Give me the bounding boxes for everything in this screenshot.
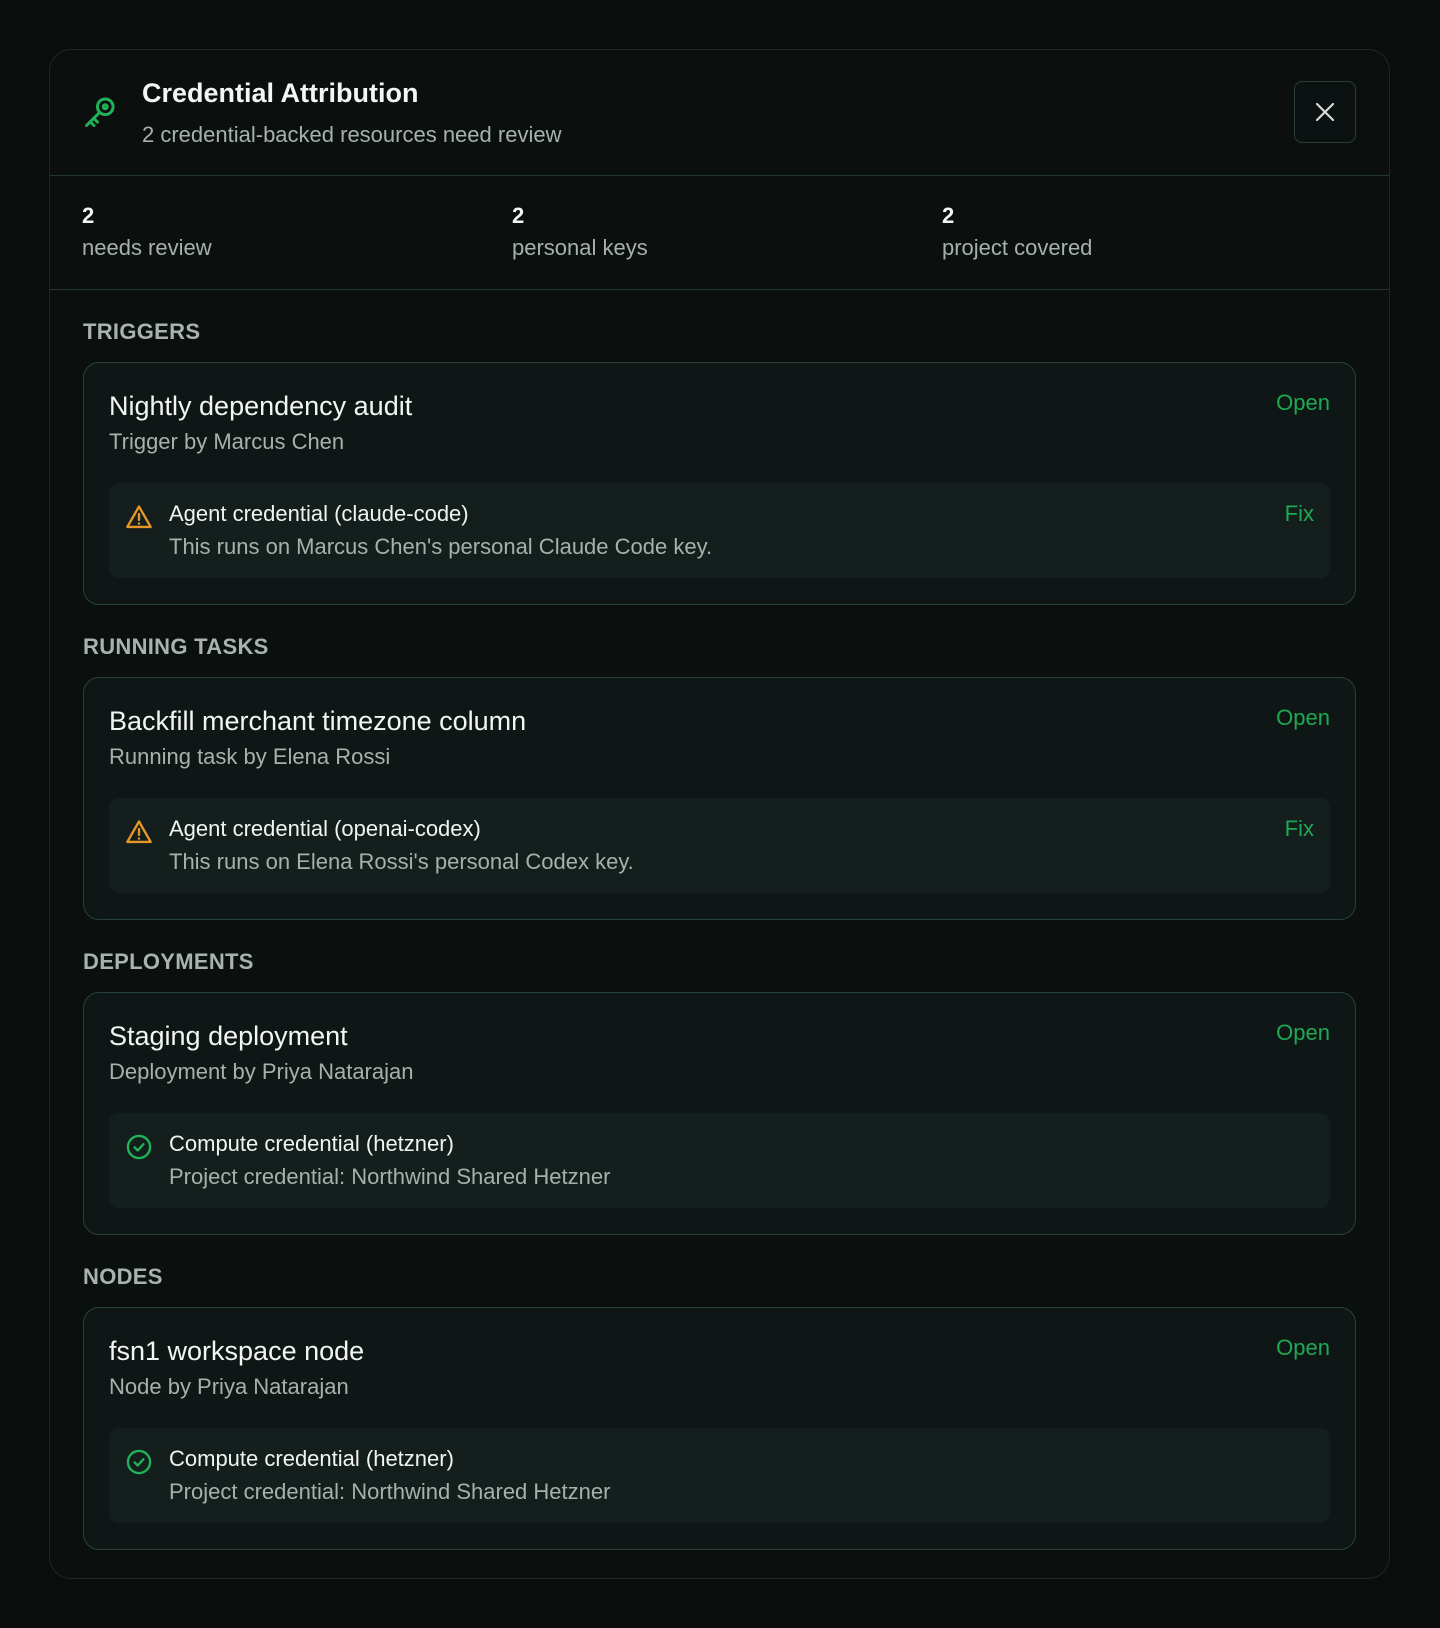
- page-title: Credential Attribution: [142, 78, 419, 108]
- resource-title: Backfill merchant timezone column: [109, 706, 527, 736]
- credential-description: This runs on Marcus Chen's personal Clau…: [169, 534, 713, 559]
- resource-title: fsn1 workspace node: [109, 1336, 365, 1366]
- credential-title: Compute credential (hetzner): [169, 1131, 454, 1156]
- section-title-nodes: NODES: [83, 1264, 163, 1289]
- credential-description: This runs on Elena Rossi's personal Code…: [169, 849, 634, 874]
- credential-row: Compute credential (hetzner) Project cre…: [109, 1428, 1330, 1523]
- key-icon: [82, 94, 118, 130]
- credential-title: Agent credential (claude-code): [169, 501, 469, 526]
- stat-label: personal keys: [512, 235, 648, 260]
- resource-title: Staging deployment: [109, 1021, 348, 1051]
- open-link[interactable]: Open: [1276, 1335, 1330, 1361]
- warning-icon: [125, 503, 153, 531]
- section-title-running-tasks: RUNNING TASKS: [83, 634, 269, 659]
- fix-link[interactable]: Fix: [1285, 501, 1314, 527]
- resource-owner: Running task by Elena Rossi: [109, 744, 391, 769]
- credential-title: Compute credential (hetzner): [169, 1446, 454, 1471]
- page-subtitle: 2 credential-backed resources need revie…: [142, 122, 562, 147]
- credential-row: Compute credential (hetzner) Project cre…: [109, 1113, 1330, 1208]
- credential-description: Project credential: Northwind Shared Het…: [169, 1479, 611, 1504]
- resource-owner: Deployment by Priya Natarajan: [109, 1059, 414, 1084]
- credential-title: Agent credential (openai-codex): [169, 816, 481, 841]
- open-link[interactable]: Open: [1276, 390, 1330, 416]
- stat-value: 2: [942, 203, 955, 228]
- close-button[interactable]: [1294, 81, 1356, 143]
- stat-label: project covered: [942, 235, 1093, 260]
- credential-row: Agent credential (openai-codex) This run…: [109, 798, 1330, 893]
- stat-value: 2: [512, 203, 525, 228]
- resource-card: Backfill merchant timezone column Runnin…: [83, 677, 1356, 920]
- close-icon: [1313, 100, 1337, 124]
- open-link[interactable]: Open: [1276, 1020, 1330, 1046]
- stats-bar: 2 needs review 2 personal keys 2 project…: [50, 176, 1389, 290]
- warning-icon: [125, 818, 153, 846]
- stat-project-covered: 2 project covered: [942, 203, 1092, 263]
- credential-row: Agent credential (claude-code) This runs…: [109, 483, 1330, 578]
- credential-attribution-panel: Credential Attribution 2 credential-back…: [49, 49, 1390, 1579]
- resource-card: Nightly dependency audit Trigger by Marc…: [83, 362, 1356, 605]
- resource-card: Staging deployment Deployment by Priya N…: [83, 992, 1356, 1235]
- resource-title: Nightly dependency audit: [109, 391, 413, 421]
- open-link[interactable]: Open: [1276, 705, 1330, 731]
- fix-link[interactable]: Fix: [1285, 816, 1314, 842]
- credential-description: Project credential: Northwind Shared Het…: [169, 1164, 611, 1189]
- stat-personal-keys: 2 personal keys: [512, 203, 648, 263]
- check-circle-icon: [125, 1448, 153, 1476]
- resource-owner: Node by Priya Natarajan: [109, 1374, 349, 1399]
- panel-header: Credential Attribution 2 credential-back…: [50, 50, 1389, 176]
- stat-label: needs review: [82, 235, 212, 260]
- resource-sections: TRIGGERS Nightly dependency audit Trigge…: [50, 317, 1389, 1550]
- resource-owner: Trigger by Marcus Chen: [109, 429, 345, 454]
- stat-needs-review: 2 needs review: [82, 203, 212, 263]
- section-title-deployments: DEPLOYMENTS: [83, 949, 254, 974]
- resource-card: fsn1 workspace node Node by Priya Natara…: [83, 1307, 1356, 1550]
- section-title-triggers: TRIGGERS: [83, 319, 201, 344]
- check-circle-icon: [125, 1133, 153, 1161]
- stat-value: 2: [82, 203, 95, 228]
